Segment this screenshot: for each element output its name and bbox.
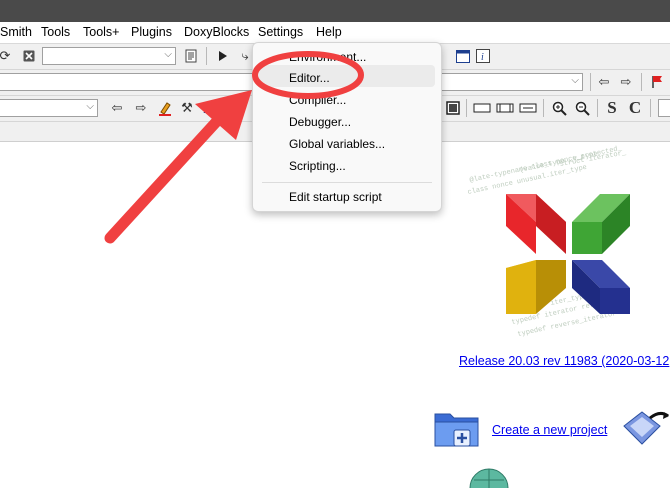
pointer-arrow-shaft <box>104 114 224 244</box>
annotation-overlay <box>104 51 364 244</box>
highlight-circle <box>252 51 364 99</box>
